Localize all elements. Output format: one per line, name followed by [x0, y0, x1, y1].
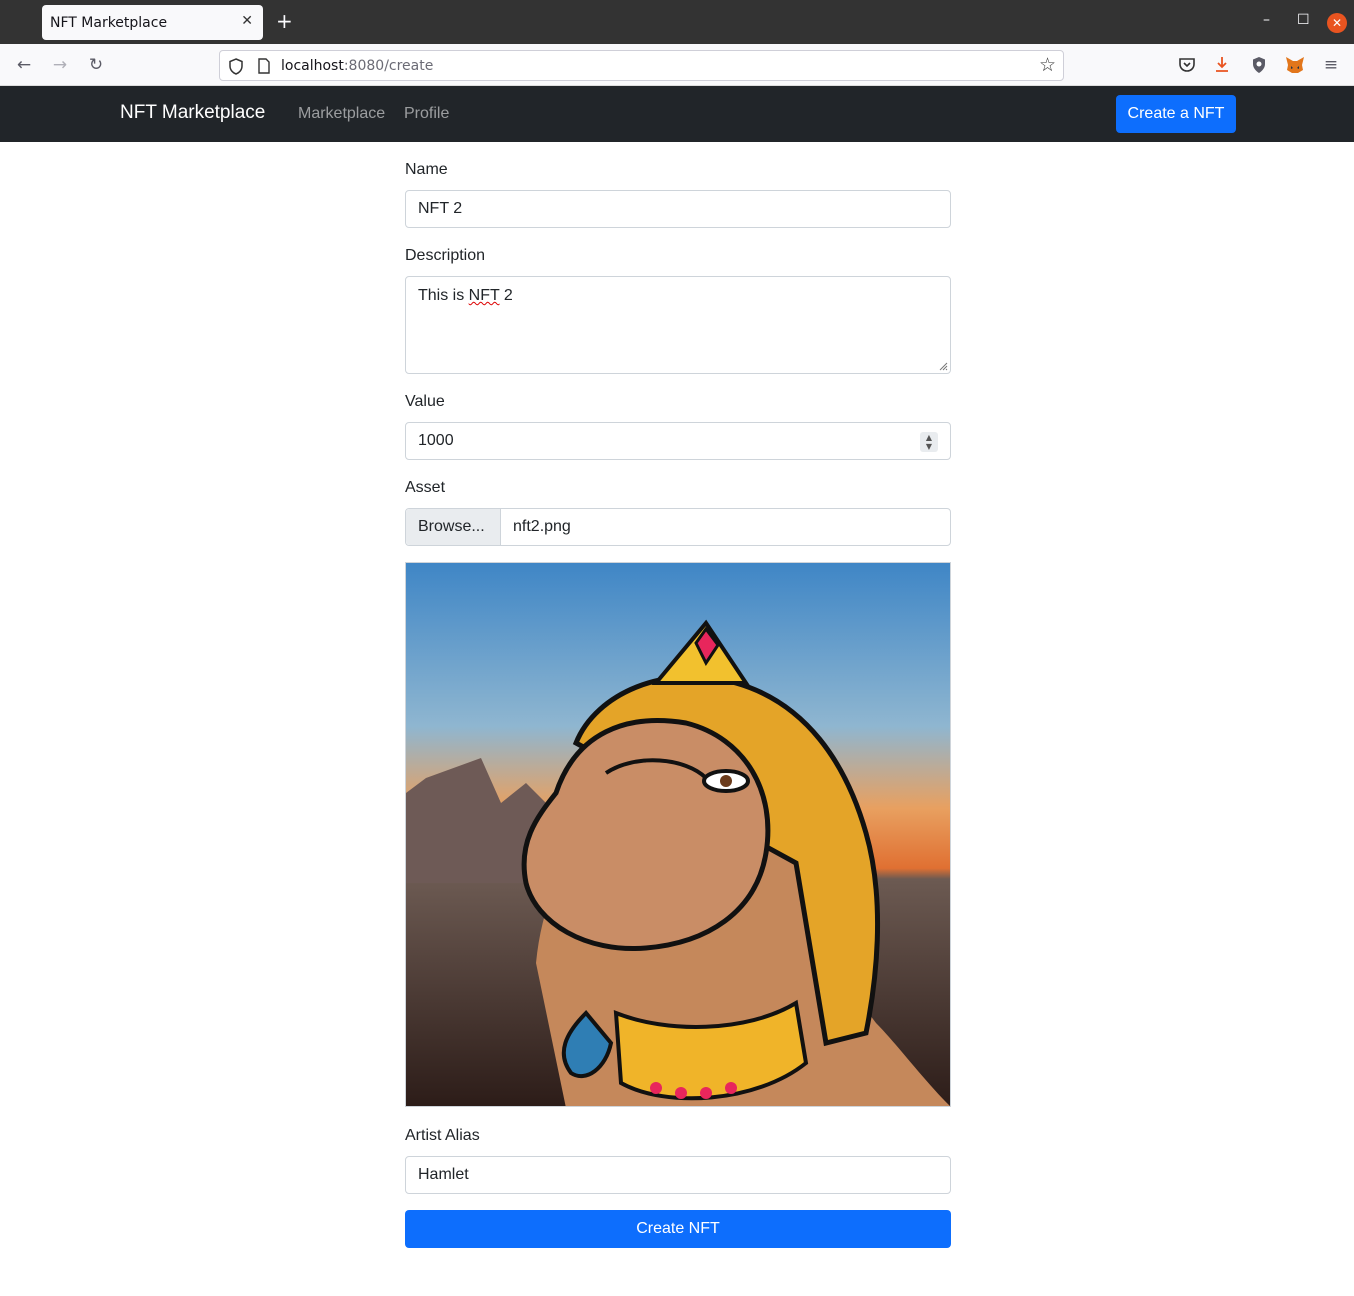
extension-shield-icon[interactable] — [1251, 56, 1267, 74]
app-navbar: NFT Marketplace Marketplace Profile Crea… — [0, 86, 1354, 142]
asset-file-input[interactable]: Browse... nft2.png — [405, 508, 951, 546]
value-label: Value — [405, 393, 445, 410]
url-bar[interactable]: localhost:8080/create ☆ — [219, 50, 1064, 81]
name-label: Name — [405, 161, 448, 178]
browser-toolbar: ← → ↻ localhost:8080/create ☆ ≡ — [0, 44, 1354, 86]
name-value: NFT 2 — [418, 200, 463, 217]
description-textarea[interactable]: This is NFT 2 — [405, 276, 951, 374]
resize-handle-icon[interactable] — [938, 361, 948, 371]
browse-button[interactable]: Browse... — [406, 509, 501, 545]
url-text: localhost:8080/create — [281, 58, 434, 74]
artist-alias-value: Hamlet — [418, 1166, 469, 1183]
nav-profile[interactable]: Profile — [404, 105, 449, 123]
new-tab-icon[interactable]: + — [276, 10, 293, 32]
maximize-icon[interactable]: ☐ — [1297, 12, 1310, 28]
menu-icon[interactable]: ≡ — [1321, 55, 1341, 75]
name-input[interactable]: NFT 2 — [405, 190, 951, 228]
minimize-icon[interactable]: – — [1263, 12, 1270, 28]
number-spinner-icon[interactable]: ▲ ▼ — [920, 432, 938, 452]
shield-icon[interactable] — [228, 58, 244, 75]
close-tab-icon[interactable]: ✕ — [241, 13, 253, 29]
star-icon[interactable]: ☆ — [1039, 54, 1056, 76]
artist-alias-input[interactable]: Hamlet — [405, 1156, 951, 1194]
value-input[interactable]: 1000 ▲ ▼ — [405, 422, 951, 460]
tab-title: NFT Marketplace — [50, 15, 168, 31]
artist-alias-label: Artist Alias — [405, 1127, 480, 1144]
nav-marketplace[interactable]: Marketplace — [298, 105, 385, 123]
forward-icon[interactable]: → — [50, 55, 70, 75]
close-window-icon[interactable]: ✕ — [1327, 13, 1347, 33]
create-nft-nav-button[interactable]: Create a NFT — [1116, 95, 1236, 133]
asset-preview-image — [405, 562, 951, 1107]
download-icon[interactable] — [1214, 56, 1230, 74]
description-value: This is NFT 2 — [418, 287, 513, 304]
create-nft-submit-button[interactable]: Create NFT — [405, 1210, 951, 1248]
page-icon — [258, 58, 270, 74]
description-label: Description — [405, 247, 486, 264]
value-value: 1000 — [418, 432, 454, 449]
file-name: nft2.png — [513, 518, 571, 535]
browser-tab[interactable]: NFT Marketplace ✕ — [42, 5, 263, 40]
brand[interactable]: NFT Marketplace — [120, 102, 265, 124]
back-icon[interactable]: ← — [14, 55, 34, 75]
reload-icon[interactable]: ↻ — [86, 55, 106, 75]
pocket-icon[interactable] — [1178, 57, 1196, 73]
metamask-fox-icon[interactable] — [1285, 56, 1305, 74]
asset-label: Asset — [405, 479, 446, 496]
browser-tabbar: NFT Marketplace ✕ + – ☐ ✕ — [0, 0, 1354, 44]
